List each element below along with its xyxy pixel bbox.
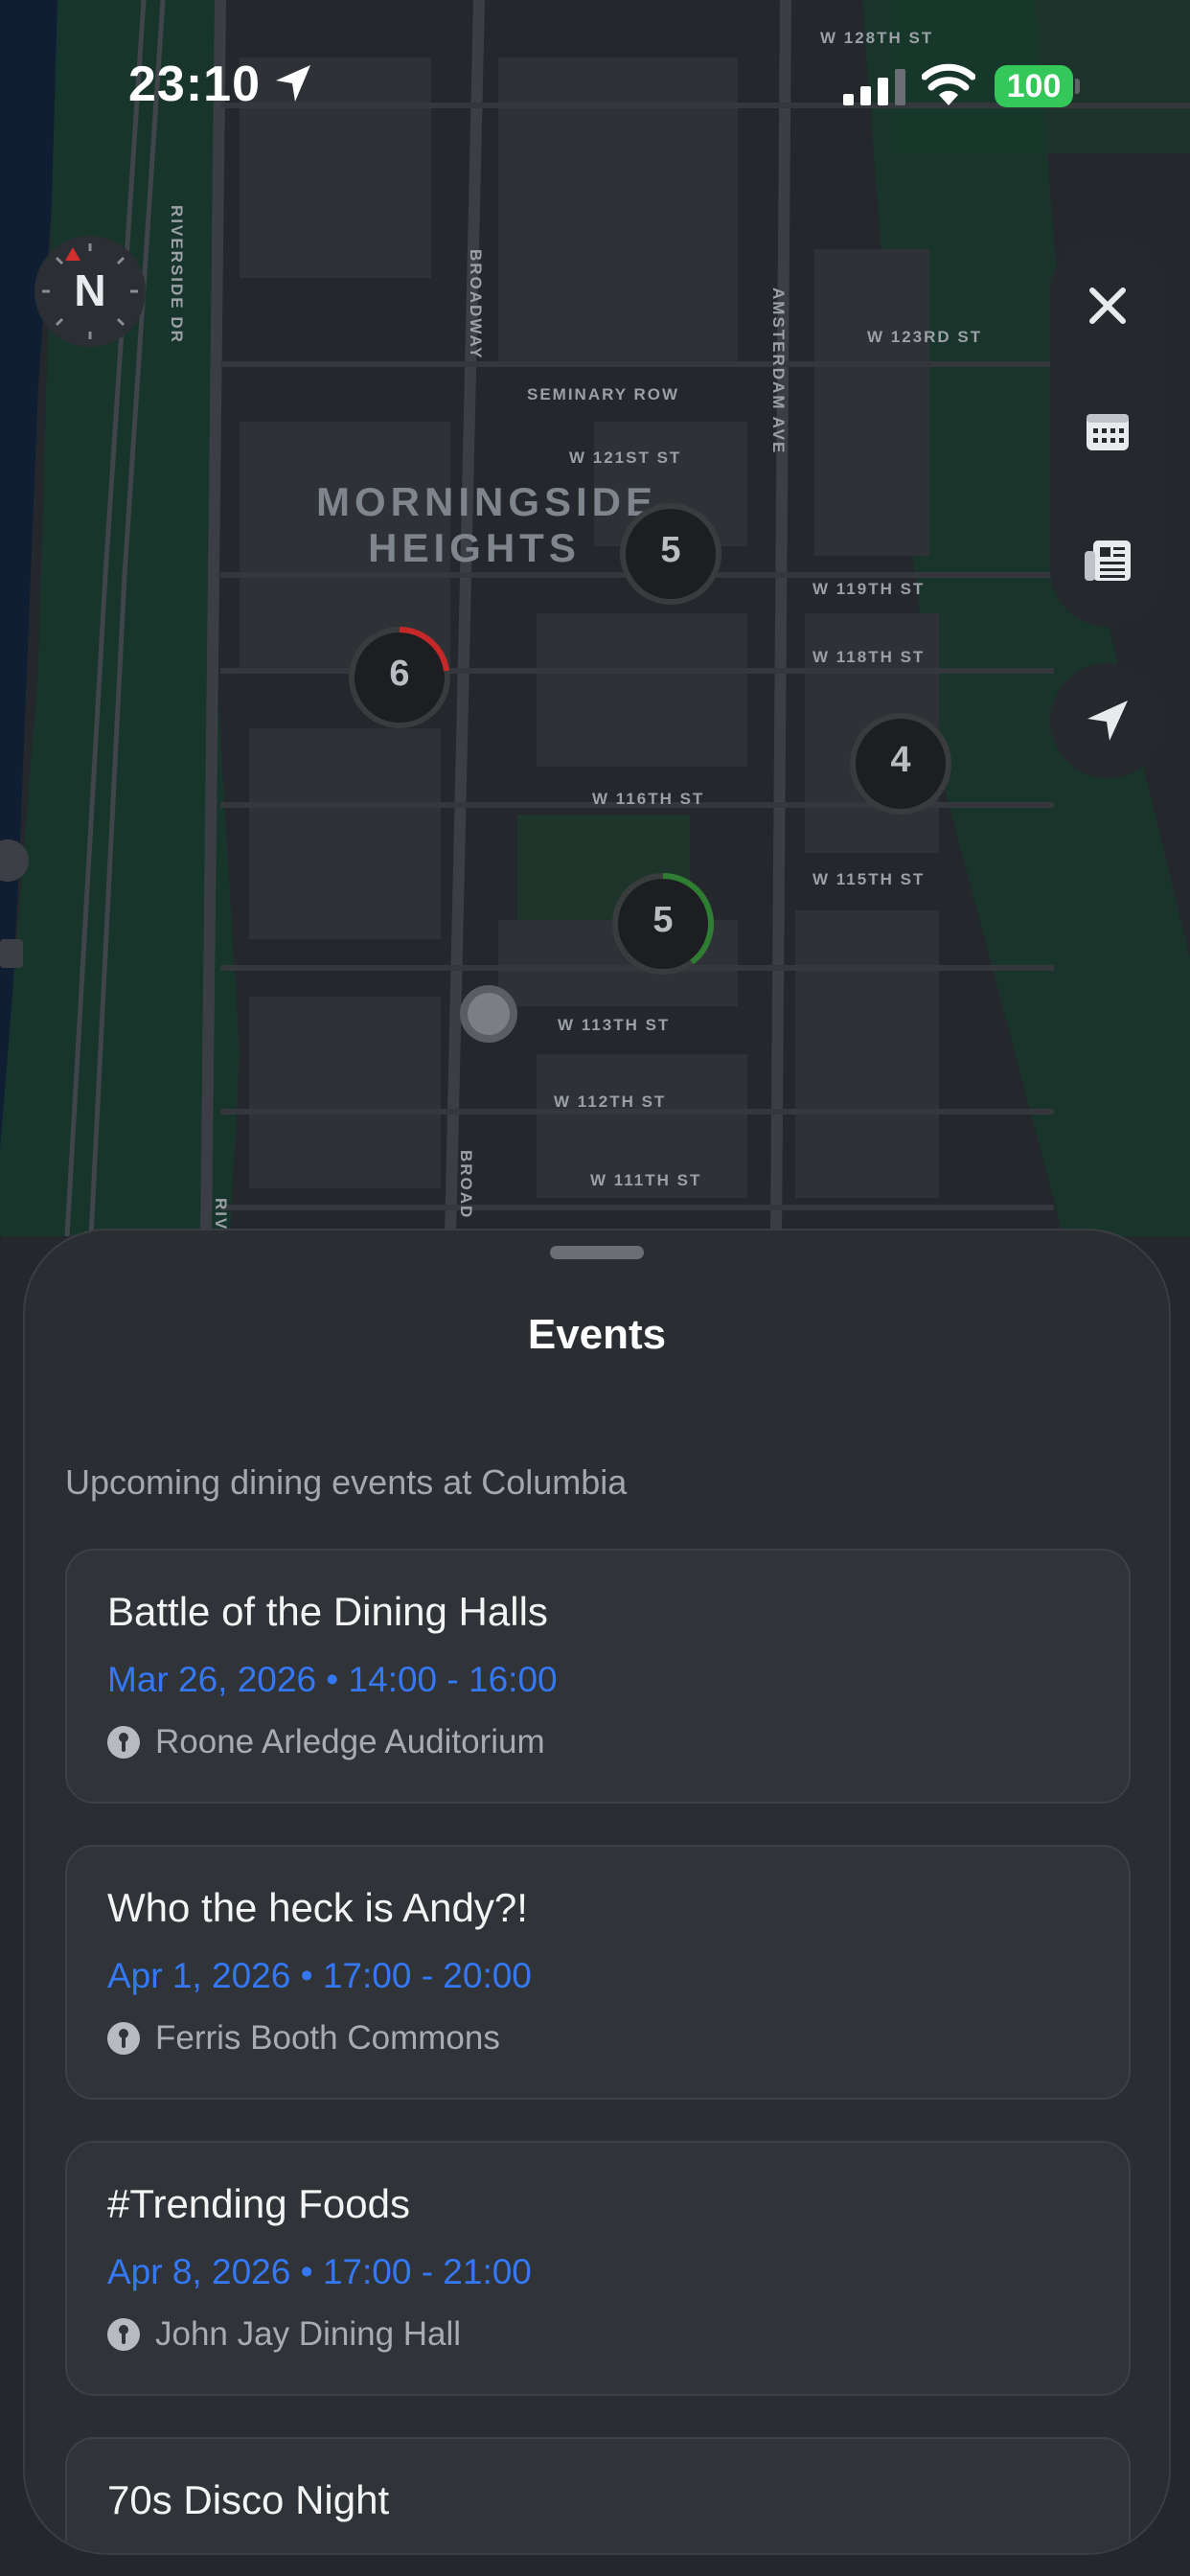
cluster-count: 6 [389,654,410,694]
street-label: W 112TH ST [554,1092,667,1111]
event-card[interactable]: #Trending Foods Apr 8, 2026 • 17:00 - 21… [65,2141,1131,2396]
event-title: Battle of the Dining Halls [107,1589,548,1634]
neighborhood-label: MORNINGSIDE HEIGHTS [316,479,658,571]
battery-tip [1075,79,1080,94]
event-card[interactable]: 70s Disco Night [65,2437,1131,2553]
event-location-name: John Jay Dining Hall [155,2315,462,2353]
location-pin-icon [107,2318,140,2351]
events-sheet[interactable]: Events Upcoming dining events at Columbi… [23,1229,1171,2555]
event-cluster-marker[interactable]: 6 [347,625,452,730]
wifi-icon [922,63,975,105]
street-label: W 113TH ST [558,1016,671,1034]
street-label: W 116TH ST [592,790,705,808]
event-card[interactable]: Who the heck is Andy?! Apr 1, 2026 • 17:… [65,1845,1131,2100]
event-card[interactable]: Battle of the Dining Halls Mar 26, 2026 … [65,1549,1131,1804]
event-datetime: Apr 8, 2026 • 17:00 - 21:00 [107,2252,532,2291]
event-cluster-marker[interactable]: 4 [848,711,953,816]
location-services-icon [276,65,310,102]
street-label: W 121ST ST [569,448,682,467]
street-label: W 111TH ST [590,1171,702,1189]
cluster-count: 5 [652,900,674,940]
close-icon [1089,288,1126,324]
sheet-title: Events [527,1311,667,1358]
event-cluster-marker[interactable]: 5 [610,871,716,977]
event-title: Who the heck is Andy?! [107,1885,528,1930]
calendar-icon [1087,414,1129,450]
location-pin-icon [107,2022,140,2055]
location-arrow-icon [1087,701,1128,741]
neighborhood-line-2: HEIGHTS [368,525,581,570]
status-time: 23:10 [128,57,261,112]
event-location: John Jay Dining Hall [107,2315,461,2354]
news-button[interactable] [1050,508,1165,613]
street-label: BROADWAY [467,249,485,360]
cluster-count: 5 [660,530,681,570]
event-title: 70s Disco Night [107,2477,390,2522]
event-datetime: Apr 1, 2026 • 17:00 - 20:00 [107,1956,532,1995]
street-label: RIV [212,1198,230,1231]
street-label: W 118TH ST [812,648,926,666]
sheet-subtitle: Upcoming dining events at Columbia [65,1462,628,1502]
event-location: Ferris Booth Commons [107,2019,500,2058]
close-button[interactable] [1050,253,1165,358]
street-label: AMSTERDAM AVE [769,288,788,455]
event-title: #Trending Foods [107,2181,410,2226]
battery-indicator: 100 [995,65,1073,107]
event-cluster-marker[interactable]: 5 [618,501,723,607]
locate-me-button[interactable] [1050,663,1165,778]
cluster-count: 4 [890,740,911,780]
newspaper-icon [1085,540,1131,581]
compass-north-label: N [74,265,106,315]
compass-button[interactable]: N [34,236,146,347]
sheet-drag-handle[interactable] [550,1246,644,1259]
street-label: W 115TH ST [812,870,926,888]
street-label: W 123RD ST [867,328,983,346]
map-controls [1050,234,1165,627]
street-label: SEMINARY ROW [527,385,680,403]
screen: MORNINGSIDE HEIGHTS W 128TH ST W 123RD S… [0,0,1190,2576]
event-location-name: Ferris Booth Commons [155,2019,500,2057]
street-label: BROAD [457,1150,475,1220]
street-label: W 119TH ST [812,580,926,598]
status-bar: 23:10 100 [0,0,1190,172]
event-location-name: Roone Arledge Auditorium [155,1723,545,1760]
street-label: RIVERSIDE DR [168,205,186,344]
cellular-signal-icon [843,69,905,105]
calendar-button[interactable] [1050,380,1165,485]
event-location: Roone Arledge Auditorium [107,1723,545,1761]
neighborhood-line-1: MORNINGSIDE [316,479,658,524]
event-datetime: Mar 26, 2026 • 14:00 - 16:00 [107,1660,558,1699]
location-pin-icon [107,1726,140,1759]
